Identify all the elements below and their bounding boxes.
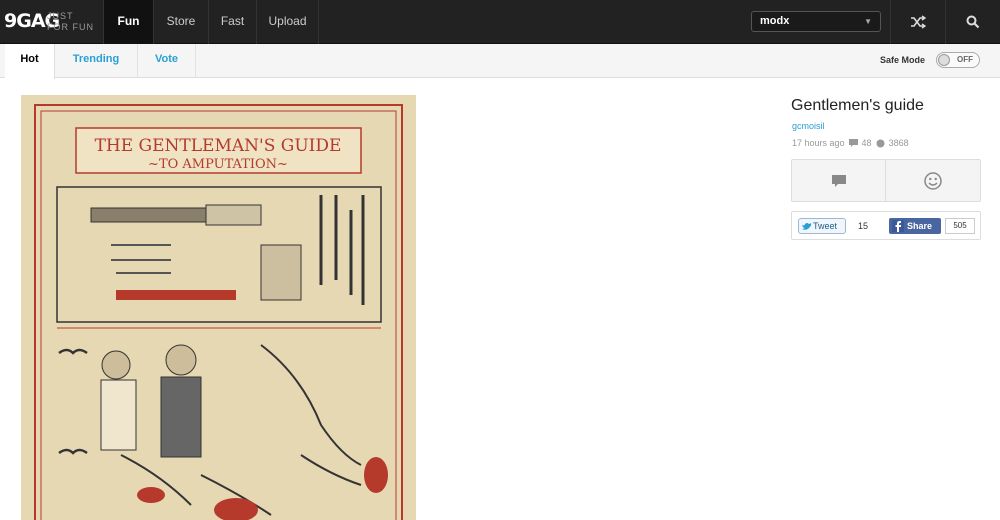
search-icon [966,15,980,29]
facebook-share-button[interactable]: Share [889,218,941,234]
post-title[interactable]: Gentlemen's guide [791,97,924,115]
twitter-icon [802,223,812,230]
nav-tab-fast[interactable]: Fast [208,0,256,44]
shuffle-icon [911,15,926,29]
react-button[interactable] [886,160,980,201]
tweet-button[interactable]: Tweet [798,218,846,234]
post-author[interactable]: gcmoisil [792,121,825,131]
post-meta: 17 hours ago 48 3868 [792,138,909,148]
reaction-box [791,159,981,202]
facebook-icon [892,220,904,232]
nav-tab-upload[interactable]: Upload [256,0,319,44]
toggle-knob [938,54,950,66]
shuffle-button[interactable] [890,0,945,44]
safe-mode-state: OFF [957,55,973,64]
points-count: 3868 [888,138,909,148]
tab-vote[interactable]: Vote [138,44,196,78]
comment-icon [831,174,846,187]
nav-tab-store[interactable]: Store [153,0,208,44]
poster-heading-1: THE GENTLEMAN'S GUIDE [95,136,342,156]
comment-icon [848,139,858,147]
section-select-value: modx [760,15,790,27]
facebook-share-label: Share [907,221,933,231]
tab-trending[interactable]: Trending [55,44,138,78]
tagline-line-2: FOR FUN [47,22,94,32]
sub-navbar: Hot Trending Vote Safe Mode OFF [0,44,1000,79]
comment-count[interactable]: 48 [862,138,872,148]
poster-heading-2: ~TO AMPUTATION~ [148,157,288,172]
post-time: 17 hours ago [792,138,845,148]
tagline: JUST FOR FUN [47,11,94,33]
tab-hot[interactable]: Hot [5,44,55,79]
top-navbar: 9GAG JUST FOR FUN Fun Store Fast Upload … [0,0,1000,44]
facebook-share-count: 505 [945,218,975,234]
points-icon [876,139,885,147]
share-box: Tweet 15 Share 505 [791,211,981,240]
safe-mode-label: Safe Mode [880,55,926,65]
smile-icon [924,171,942,190]
post-image[interactable]: THE GENTLEMAN'S GUIDE ~TO AMPUTATION~ [21,95,416,520]
comment-button[interactable] [792,160,886,201]
chevron-down-icon: ▼ [864,17,872,26]
section-select[interactable]: modx ▼ [751,11,881,32]
amputation-guide-illustration: THE GENTLEMAN'S GUIDE ~TO AMPUTATION~ [21,95,416,520]
tweet-count: 15 [857,221,868,231]
nav-tab-fun[interactable]: Fun [103,0,153,44]
tweet-label: Tweet [813,221,838,231]
search-button[interactable] [945,0,1000,44]
tagline-line-1: JUST [47,11,74,21]
safe-mode-toggle[interactable]: OFF [936,52,980,68]
